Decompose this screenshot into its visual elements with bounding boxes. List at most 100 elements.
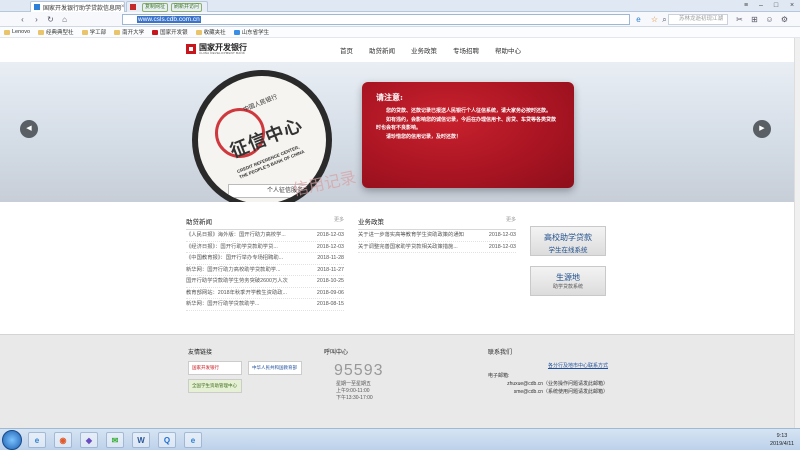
clock-time: 9:13 — [776, 433, 788, 439]
toolbar-icon-2[interactable]: ⊞ — [750, 15, 759, 24]
site-header: 国家开发银行 CHINA DEVELOPMENT BANK 首页 助贷新闻 业务… — [0, 38, 800, 62]
nav-recruit[interactable]: 专场招聘 — [453, 45, 479, 55]
origin-loan-system-button[interactable]: 生源地 助学贷款系统 — [530, 266, 606, 296]
forward-icon[interactable]: › — [32, 15, 41, 24]
folder-icon — [4, 29, 10, 35]
notice-card: 请注意: 您的贷款、还款记录已报送人民银行个人征信系统，请大家务必按时还款。 如… — [362, 82, 574, 188]
toolbar-icon-1[interactable]: ✂ — [735, 15, 744, 24]
word-icon[interactable]: W — [132, 432, 150, 448]
nav-policy[interactable]: 业务政策 — [411, 45, 437, 55]
bookmark-item[interactable]: 收藏夹社 — [195, 28, 226, 36]
browser-tab-bar: 国家开发银行助学贷款信息网 × 复制网址 刷新并访问 ≡ – □ × — [0, 0, 800, 12]
refresh-icon[interactable]: ↻ — [46, 15, 55, 24]
news-title: 助贷新闻 — [186, 219, 212, 226]
folder-icon — [81, 29, 88, 35]
home-icon[interactable]: ⌂ — [60, 15, 69, 24]
policy-panel: 业务政策 更多 关于进一步落实高等教育学生资助政策的通知 2018-12-03 关… — [358, 216, 516, 253]
hotline-title: 呼叫中心 — [324, 350, 349, 356]
tab-title: 国家开发银行助学贷款信息网 — [43, 5, 122, 12]
back-icon[interactable]: ‹ — [18, 15, 27, 24]
maximize-icon[interactable]: □ — [770, 1, 782, 11]
nav-news[interactable]: 助贷新闻 — [369, 45, 395, 55]
qq-icon[interactable]: ◆ — [80, 432, 98, 448]
vertical-scrollbar[interactable] — [794, 38, 800, 428]
menu-icon[interactable]: ≡ — [740, 1, 752, 11]
next-slide-button[interactable]: ▶ — [753, 120, 771, 138]
bookmark-item[interactable]: 国家开发银 — [152, 28, 188, 36]
policy-row[interactable]: 关于调整完善国家助学贷款相关政策措施... 2018-12-03 — [358, 242, 516, 253]
toolbar-icon-4[interactable]: ⚙ — [780, 15, 789, 24]
page-favicon-icon — [34, 4, 40, 10]
page-favicon-icon — [130, 4, 136, 10]
contact-title: 联系我们 — [488, 350, 513, 356]
tab-active[interactable]: 国家开发银行助学贷款信息网 × — [30, 1, 125, 12]
url-text: www.csls.cdb.com.cn — [137, 16, 201, 23]
bank-icon — [152, 29, 159, 35]
email-label: 电子邮箱: — [488, 373, 510, 379]
news-row[interactable]: 新华网：国开行助力高校助学贷款助学... 2018-11-27 — [186, 265, 344, 276]
bookmark-item[interactable]: Lenovo — [4, 29, 30, 35]
notice-title: 请注意: — [376, 92, 403, 102]
news-row[interactable]: 教育部网站：2018年秋季开学教生资助政... 2018-09-06 — [186, 288, 344, 299]
toolbar-icon-3[interactable]: ☺ — [765, 15, 774, 24]
windows-taskbar: e ◉ ◆ ✉ W Q e 9:13 2019/4/11 — [0, 428, 800, 450]
folder-icon — [114, 29, 121, 35]
policy-header: 业务政策 更多 — [358, 216, 516, 230]
cdb-logo-mark-icon — [186, 44, 196, 54]
clock-date: 2019/4/11 — [769, 441, 794, 447]
browser-icon[interactable]: ◉ — [54, 432, 72, 448]
hours-2: 上午9:00-11:00 — [336, 388, 370, 394]
notice-line: 如有违约，会影响您的诚信记录，今后在办理信用卡、房贷、车贷等各类贷款时也会有不良… — [376, 117, 557, 131]
folder-icon — [38, 29, 45, 35]
site-icon — [233, 29, 240, 35]
news-row[interactable]: 国开行助学贷款助学生劳务突破2600万人次 2018-10-25 — [186, 276, 344, 288]
copy-url-pill[interactable]: 复制网址 — [142, 2, 169, 12]
news-header: 助贷新闻 更多 — [186, 216, 344, 230]
extension-icon[interactable]: e — [634, 15, 643, 24]
hero-banner: 中国人民银行 征信中心 CREDIT REFERENCE CENTER, THE … — [0, 62, 800, 202]
start-button[interactable] — [2, 430, 22, 450]
hotline-number: 95593 — [334, 362, 384, 379]
news-row[interactable]: 《经济日报》：国开行助学贷款助学贷... 2018-12-03 — [186, 242, 344, 253]
cdb-logo[interactable]: 国家开发银行 CHINA DEVELOPMENT BANK — [186, 43, 247, 55]
hours-3: 下午13:30-17:00 — [336, 395, 373, 401]
email-1: zhuxue@cdb.cn（业务操作问题请发此邮箱） — [507, 381, 608, 387]
cdb-link-logo[interactable]: 国家开发银行 — [188, 361, 242, 375]
search-input[interactable]: 苏林龙逝初现江湖 — [668, 14, 728, 25]
branch-contact-link[interactable]: 各分行及地市中心联系方式 — [488, 362, 608, 370]
close-window-icon[interactable]: × — [786, 1, 798, 11]
policy-row[interactable]: 关于进一步落实高等教育学生资助政策的通知 2018-12-03 — [358, 230, 516, 242]
tab-second[interactable]: 复制网址 刷新并访问 — [126, 1, 208, 12]
wechat-icon[interactable]: ✉ — [106, 432, 124, 448]
system-clock[interactable]: 9:13 2019/4/11 — [770, 432, 794, 448]
bookmark-item[interactable]: 南开大学 — [114, 28, 144, 36]
prev-slide-button[interactable]: ◀ — [20, 120, 38, 138]
aid-center-link-logo[interactable]: 全国学生资助管理中心 — [188, 379, 242, 393]
nav-help[interactable]: 帮助中心 — [495, 45, 521, 55]
policy-more-link[interactable]: 更多 — [506, 216, 516, 226]
email-2: sme@cdb.cn（系统使用问题请发此邮箱） — [513, 389, 608, 395]
bookmark-star-icon[interactable]: ☆ — [650, 15, 659, 24]
news-row[interactable]: 《中国教育报》：国开行举办专场招聘助... 2018-11-28 — [186, 253, 344, 265]
news-more-link[interactable]: 更多 — [334, 216, 344, 226]
bookmark-item[interactable]: 山东省学生 — [233, 28, 269, 36]
lens-arc-text: 中国人民银行 — [242, 94, 279, 114]
news-row[interactable]: 《人民日报》海外版：国开行助力高校学... 2018-12-03 — [186, 230, 344, 242]
nav-home[interactable]: 首页 — [340, 45, 353, 55]
explorer-icon[interactable]: e — [28, 432, 46, 448]
news-row[interactable]: 新华网：国开行助学贷款助学... 2018-08-15 — [186, 299, 344, 311]
bookmark-item[interactable]: 学工部 — [81, 28, 106, 36]
url-input[interactable]: www.csls.cdb.com.cn — [122, 14, 630, 25]
news-panel: 助贷新闻 更多 《人民日报》海外版：国开行助力高校学... 2018-12-03 … — [186, 216, 344, 311]
search-icon[interactable]: ⌕ — [660, 15, 669, 24]
close-icon[interactable]: × — [121, 4, 124, 10]
main-nav: 首页 助贷新闻 业务政策 专场招聘 帮助中心 — [340, 45, 521, 55]
university-loan-system-button[interactable]: 高校助学贷款 学生在线系统 — [530, 226, 606, 256]
refresh-visit-pill[interactable]: 刷新并访问 — [171, 2, 203, 12]
minimize-icon[interactable]: – — [755, 1, 767, 11]
moe-link-logo[interactable]: 中华人民共和国教育部 — [248, 361, 302, 375]
ie-icon[interactable]: e — [184, 432, 202, 448]
bookmark-item[interactable]: 经典典型社 — [38, 28, 74, 36]
contact-block: 联系我们 各分行及地市中心联系方式 电子邮箱: zhuxue@cdb.cn（业务… — [488, 347, 608, 396]
search-app-icon[interactable]: Q — [158, 432, 176, 448]
